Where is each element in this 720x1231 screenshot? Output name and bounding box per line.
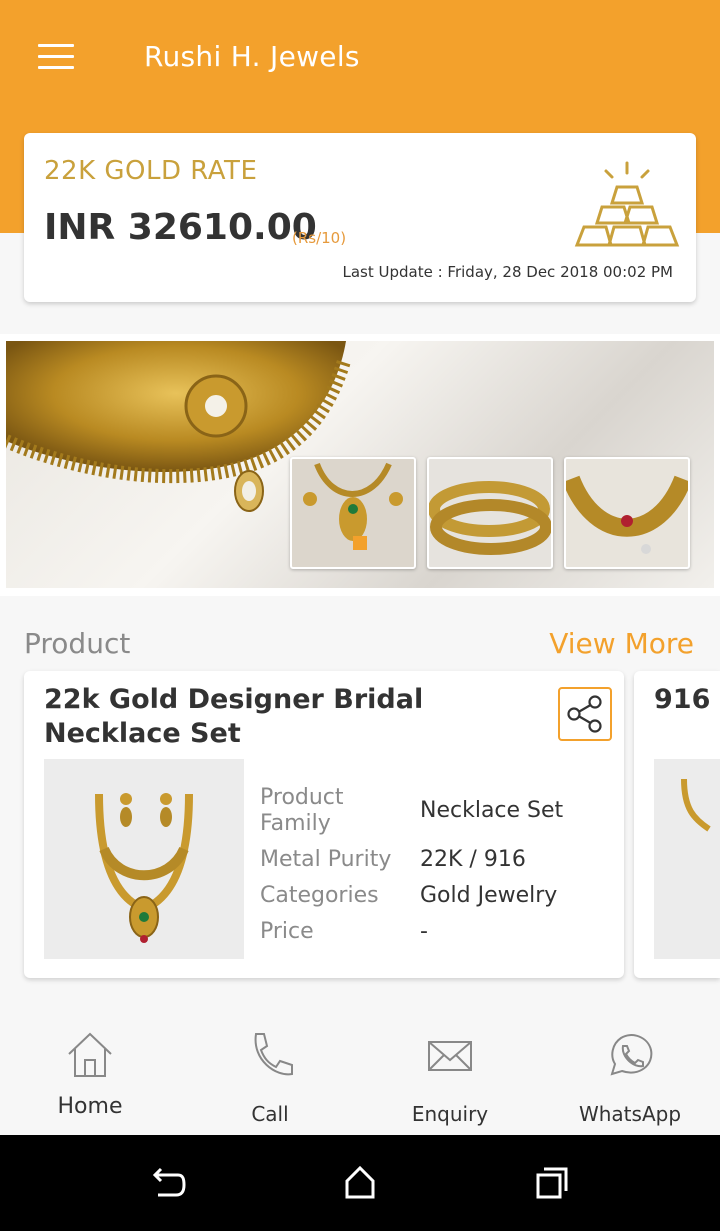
menu-icon[interactable] xyxy=(38,44,74,70)
gold-rate-unit: (Rs/10) xyxy=(292,229,347,247)
bottom-navigation: Home Call Enquiry WhatsApp xyxy=(0,1010,720,1135)
back-button[interactable] xyxy=(148,1163,188,1203)
nav-home[interactable]: Home xyxy=(0,1010,180,1135)
gold-bars-icon xyxy=(574,161,680,247)
gold-rate-label: 22K GOLD RATE xyxy=(44,156,258,186)
product-image[interactable] xyxy=(44,759,244,959)
nav-label: WhatsApp xyxy=(578,1102,682,1126)
product-card-next[interactable]: 916 Set xyxy=(634,671,720,978)
recents-icon xyxy=(536,1167,568,1199)
whatsapp-icon xyxy=(610,1034,653,1076)
necklace-image xyxy=(681,778,711,832)
app-title: Rushi H. Jewels xyxy=(144,40,360,73)
necklace-set-image xyxy=(95,793,193,943)
view-more-link[interactable]: View More xyxy=(549,627,694,660)
phone-icon xyxy=(254,1033,293,1076)
spec-label: Product Family xyxy=(260,785,344,836)
nav-enquiry[interactable]: Enquiry xyxy=(360,1010,540,1135)
product-name: 916 Set xyxy=(654,684,720,715)
nav-label: Call xyxy=(251,1102,289,1126)
spec-label: Categories xyxy=(260,883,379,908)
gold-rate-value: INR 32610.00 xyxy=(44,207,317,248)
choker-image xyxy=(566,475,688,554)
nav-call[interactable]: Call xyxy=(180,1010,360,1135)
gold-rate-card: 22K GOLD RATE INR 32610.00 (Rs/10) Last … xyxy=(24,133,696,302)
recents-button[interactable] xyxy=(532,1163,572,1203)
banner-carousel[interactable] xyxy=(6,341,714,588)
home-system-icon xyxy=(345,1165,375,1199)
pendant-set-image xyxy=(303,462,403,541)
banner-thumb-choker[interactable] xyxy=(564,457,690,569)
banner-container xyxy=(0,334,720,596)
app-bar: Rushi H. Jewels xyxy=(0,0,720,113)
banner-thumb-pendant[interactable] xyxy=(290,457,416,569)
spec-value: - xyxy=(420,919,428,944)
spec-label: Price xyxy=(260,919,314,944)
home-system-button[interactable] xyxy=(340,1163,380,1203)
bangles-image xyxy=(429,481,551,555)
home-icon xyxy=(68,1032,112,1077)
mail-icon xyxy=(428,1041,472,1071)
nav-label: Enquiry xyxy=(411,1102,489,1126)
nav-label: Home xyxy=(57,1094,123,1119)
spec-value: Necklace Set xyxy=(420,798,564,823)
nav-whatsapp[interactable]: WhatsApp xyxy=(540,1010,720,1135)
spec-value: Gold Jewelry xyxy=(420,883,558,908)
share-button[interactable] xyxy=(558,687,612,741)
spec-label: Metal Purity xyxy=(260,847,392,872)
share-icon xyxy=(567,695,602,733)
last-update-text: Last Update : Friday, 28 Dec 2018 00:02 … xyxy=(342,263,674,281)
product-card[interactable]: 22k Gold Designer Bridal Necklace Set Pr… xyxy=(24,671,624,978)
product-image[interactable] xyxy=(654,759,720,959)
carousel-indicator[interactable] xyxy=(353,536,367,550)
back-icon xyxy=(152,1167,186,1197)
banner-thumb-bangles[interactable] xyxy=(427,457,553,569)
product-section-title: Product xyxy=(24,627,131,660)
spec-value: 22K / 916 xyxy=(420,847,526,872)
system-navigation-bar xyxy=(0,1135,720,1231)
product-name: 22k Gold Designer Bridal Necklace Set xyxy=(44,684,424,749)
